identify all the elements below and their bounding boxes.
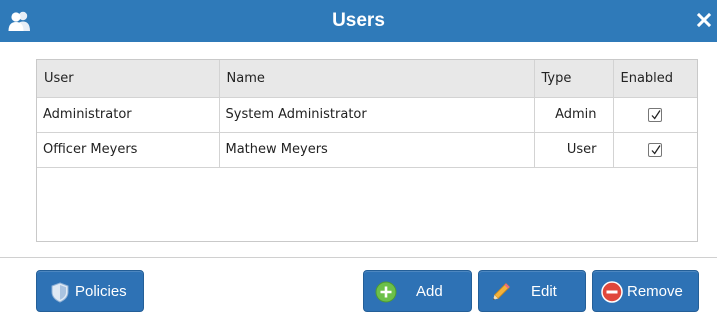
footer-divider [0,257,717,258]
policies-label: Policies [75,283,127,300]
add-button[interactable]: Add [363,270,472,312]
cell-enabled [612,96,697,133]
cell-type: User [533,131,614,168]
column-header-name[interactable]: Name [218,60,535,98]
cell-enabled [612,131,697,168]
plus-circle-icon [375,281,397,303]
table-header-row: User Name Type Enabled [37,60,697,98]
dialog-title: Users [332,10,385,31]
cell-user: Officer Meyers [37,131,220,168]
add-label: Add [416,283,443,300]
edit-label: Edit [531,283,557,300]
close-icon[interactable] [695,10,713,30]
column-header-enabled[interactable]: Enabled [612,60,697,98]
cell-name: Mathew Meyers [218,131,535,168]
column-header-type[interactable]: Type [533,60,614,98]
table-row[interactable]: Administrator System Administrator Admin [37,96,697,133]
cell-type: Admin [533,96,614,133]
pencil-icon [490,281,512,303]
policies-button[interactable]: Policies [36,270,144,312]
title-bar: Users [0,0,717,42]
column-header-user[interactable]: User [37,60,220,98]
users-table: User Name Type Enabled Administrator Sys… [36,59,698,242]
cell-name: System Administrator [218,96,535,133]
remove-label: Remove [627,283,683,300]
enabled-checkbox[interactable] [648,142,663,157]
minus-circle-icon [601,281,623,303]
enabled-checkbox[interactable] [648,107,663,122]
remove-button[interactable]: Remove [592,270,699,312]
shield-icon [49,281,71,303]
cell-user: Administrator [37,96,220,133]
edit-button[interactable]: Edit [478,270,586,312]
table-row[interactable]: Officer Meyers Mathew Meyers User [37,131,697,168]
users-dialog: Users User Name Type Enabled Administrat… [0,0,717,320]
